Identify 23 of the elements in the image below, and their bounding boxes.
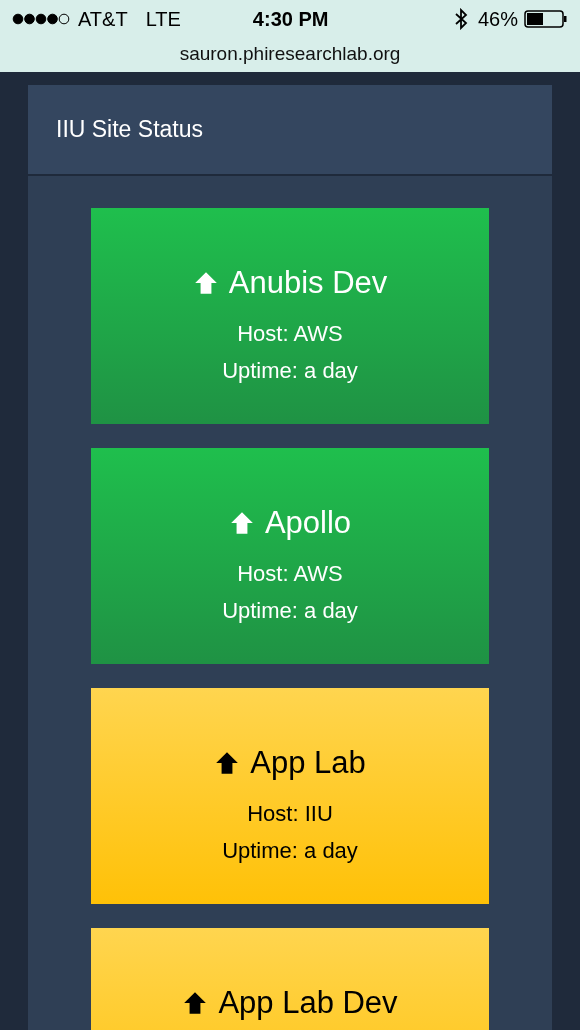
site-uptime: Uptime: a day [222,596,358,625]
carrier-text: AT&T [78,7,128,32]
site-name: Anubis Dev [228,264,388,302]
site-uptime: Uptime: a day [222,356,358,385]
time-text: 4:30 PM [252,7,329,32]
site-name: Apollo [264,504,352,542]
site-host: Host: IIU [247,799,333,828]
site-host: Host: AWS [237,559,343,588]
network-text: LTE [145,7,181,32]
battery-percent: 46% [477,7,518,32]
site-uptime: Uptime: a day [222,836,358,865]
bluetooth-icon [453,8,468,30]
site-card[interactable]: App Lab Host: IIU Uptime: a day [91,688,489,904]
site-name: App Lab [250,744,366,782]
signal-icon [12,13,70,25]
site-card[interactable]: App Lab Dev [91,928,489,1030]
site-name: App Lab Dev [218,984,398,1022]
site-card[interactable]: Apollo Host: AWS Uptime: a day [91,448,489,664]
site-host: Host: AWS [237,319,343,348]
panel-title: IIU Site Status [56,115,203,145]
site-card[interactable]: Anubis Dev Host: AWS Uptime: a day [91,208,489,424]
battery-icon [524,9,568,29]
url-text[interactable]: sauron.phiresearchlab.org [179,40,401,69]
